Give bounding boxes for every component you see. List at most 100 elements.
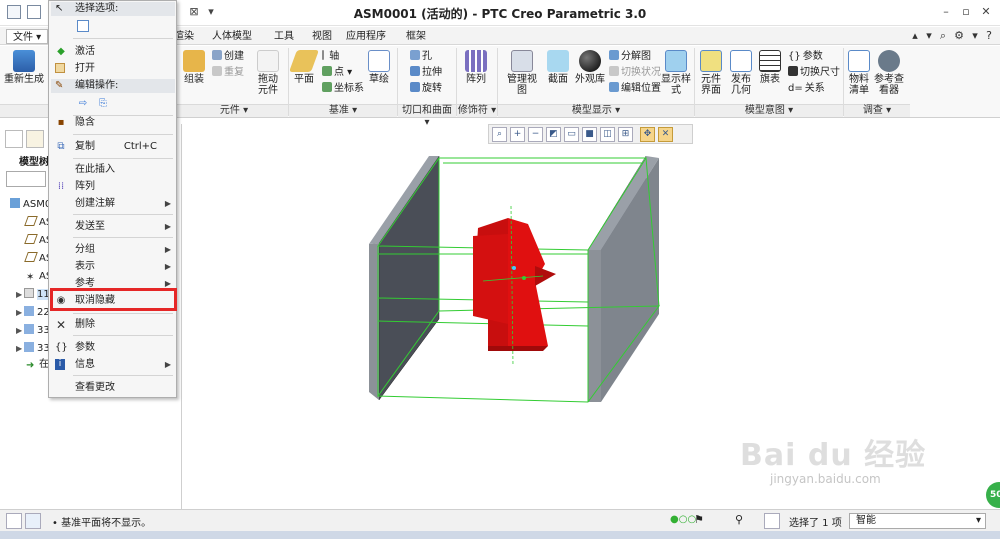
- reorient-icon[interactable]: ◩: [546, 127, 561, 142]
- tree-item-part[interactable]: ▶ 22: [16, 306, 50, 319]
- selection-list-icon[interactable]: [764, 513, 780, 529]
- display-style-icon[interactable]: ■: [582, 127, 597, 142]
- menu-item-activate[interactable]: ◆ 激活: [51, 43, 175, 60]
- menu-item-review-changes[interactable]: 查看更改: [51, 379, 175, 396]
- submenu-arrow-icon: ▶: [164, 199, 171, 208]
- menu-item-info[interactable]: i 信息 ▶: [51, 356, 175, 373]
- section-button[interactable]: 截面: [545, 50, 571, 85]
- publish-geometry-button[interactable]: 发布几何: [727, 50, 755, 96]
- tree-search-input[interactable]: [6, 171, 46, 187]
- datum-point: [512, 266, 516, 270]
- tab-framework[interactable]: 框架: [400, 29, 432, 44]
- edit-definition-icon[interactable]: ⇨: [77, 98, 89, 110]
- model-tree-tab-icon[interactable]: [5, 130, 23, 148]
- show-navigator-icon[interactable]: [6, 513, 22, 529]
- bom-button[interactable]: 物料清单: [847, 50, 871, 96]
- extrude-button[interactable]: 拉伸: [410, 66, 442, 79]
- menu-item-send-to[interactable]: 发送至 ▶: [51, 218, 175, 235]
- display-style-button[interactable]: 显示样式: [661, 50, 691, 96]
- relations-button[interactable]: d= 关系: [788, 82, 825, 95]
- component-interface-button[interactable]: 元件界面: [697, 50, 725, 96]
- zoom-out-icon[interactable]: −: [528, 127, 543, 142]
- find-icon[interactable]: ⚲: [735, 513, 751, 529]
- browser-icon[interactable]: [25, 513, 41, 529]
- submenu-arrow-icon: ▶: [164, 245, 171, 254]
- create-button[interactable]: 创建: [212, 50, 244, 63]
- explode-view-button[interactable]: 分解图: [609, 50, 651, 63]
- tab-applications[interactable]: 应用程序: [340, 29, 392, 44]
- revolve-button[interactable]: 旋转: [410, 82, 442, 95]
- select-pick-button[interactable]: [51, 17, 175, 34]
- folder-browser-icon[interactable]: [26, 130, 44, 148]
- maximize-button[interactable]: ▫: [958, 4, 974, 20]
- menu-item-create-note[interactable]: 创建注解 ▶: [51, 195, 175, 212]
- flag-icon[interactable]: ⚑: [694, 513, 710, 529]
- reference-viewer-button[interactable]: 参考查看器: [874, 50, 904, 96]
- point-icon: [322, 66, 332, 76]
- csys-button[interactable]: 坐标系: [322, 82, 364, 95]
- manage-views-button[interactable]: 管理视图: [503, 50, 541, 96]
- pick-from-list-icon: [77, 20, 89, 32]
- menu-item-suppress[interactable]: ▪ 隐含: [51, 114, 175, 131]
- help-dropdown-icon[interactable]: ▾: [922, 29, 936, 43]
- menu-item-copy[interactable]: ⧉ 复制 Ctrl+C: [51, 138, 175, 155]
- help-icon[interactable]: ?: [982, 29, 996, 43]
- menu-item-group[interactable]: 分组 ▶: [51, 241, 175, 258]
- watermark: Bai du 经验 jingyan.baidu.com: [740, 430, 980, 510]
- axis-button[interactable]: 轴: [322, 50, 339, 63]
- toggle-state-button[interactable]: 切换状况: [609, 66, 661, 79]
- component-interface-icon: [700, 50, 722, 72]
- datum-plane-icon: [24, 252, 38, 262]
- submenu-arrow-icon: ▶: [164, 222, 171, 231]
- switch-dimensions-button[interactable]: 切换尺寸: [788, 66, 840, 79]
- menu-item-open[interactable]: 打开: [51, 60, 175, 77]
- edit-references-icon[interactable]: ⎘: [97, 98, 109, 110]
- tree-item-part[interactable]: ▶ 33: [16, 324, 50, 337]
- settings-dropdown-icon[interactable]: ▾: [968, 29, 982, 43]
- refit-icon[interactable]: ⌕: [492, 127, 507, 142]
- tab-tools[interactable]: 工具: [268, 29, 300, 44]
- close-button[interactable]: ✕: [978, 4, 994, 20]
- menu-item-delete[interactable]: ✕ 删除: [51, 316, 175, 333]
- selection-count: 选择了 1 项: [789, 518, 842, 529]
- zoom-in-icon[interactable]: +: [510, 127, 525, 142]
- menu-item-parameters[interactable]: {} 参数: [51, 339, 175, 356]
- watermark-text: Bai du 经验: [740, 438, 927, 473]
- menu-item-pattern[interactable]: ⁞⁞ 阵列: [51, 178, 175, 195]
- tab-file[interactable]: 文件 ▾: [6, 29, 49, 44]
- annotation-display-icon[interactable]: ✕: [658, 127, 673, 142]
- edit-position-button[interactable]: 编辑位置: [609, 82, 661, 95]
- tree-item-part[interactable]: ▶ 11: [16, 288, 50, 301]
- menu-item-insert-here[interactable]: 在此插入: [51, 161, 175, 178]
- point-button[interactable]: 点 ▾: [322, 66, 352, 79]
- regenerate-button[interactable]: 重新生成: [4, 50, 44, 85]
- pattern-button[interactable]: 阵列: [462, 50, 490, 85]
- minimize-button[interactable]: –: [938, 4, 954, 20]
- datum-plane-icon: [24, 216, 38, 226]
- saved-views-icon[interactable]: ▭: [564, 127, 579, 142]
- datum-display-icon[interactable]: ⊞: [618, 127, 633, 142]
- drag-component-button[interactable]: 拖动 元件: [254, 50, 282, 96]
- tree-item-assembly[interactable]: ASM0: [10, 198, 51, 211]
- part-icon: [24, 306, 34, 316]
- hole-button[interactable]: 孔: [410, 50, 432, 63]
- os-taskbar: [0, 531, 1000, 539]
- parameters-button[interactable]: {} 参数: [788, 50, 823, 63]
- family-table-button[interactable]: 旗表: [758, 50, 782, 85]
- spin-center-icon[interactable]: ✥: [640, 127, 655, 142]
- plane-button[interactable]: 平面: [288, 50, 320, 85]
- tree-item-insert-here[interactable]: ➜ 在: [26, 358, 49, 371]
- tree-item-part[interactable]: ▶ 33: [16, 342, 50, 355]
- menu-item-represent[interactable]: 表示 ▶: [51, 258, 175, 275]
- assemble-button[interactable]: 组装: [180, 50, 208, 85]
- tab-manikin[interactable]: 人体模型: [206, 29, 258, 44]
- search-icon[interactable]: ⌕: [936, 29, 950, 43]
- perspective-icon[interactable]: ◫: [600, 127, 615, 142]
- settings-icon[interactable]: ⚙: [952, 29, 966, 43]
- repeat-button[interactable]: 重复: [212, 66, 244, 79]
- appearance-library-button[interactable]: 外观库: [575, 50, 605, 85]
- sketch-button[interactable]: 草绘: [366, 50, 392, 85]
- collapse-ribbon-icon[interactable]: ▴: [908, 29, 922, 43]
- selection-filter-select[interactable]: 智能 ▾: [849, 513, 986, 529]
- tab-view[interactable]: 视图: [306, 29, 338, 44]
